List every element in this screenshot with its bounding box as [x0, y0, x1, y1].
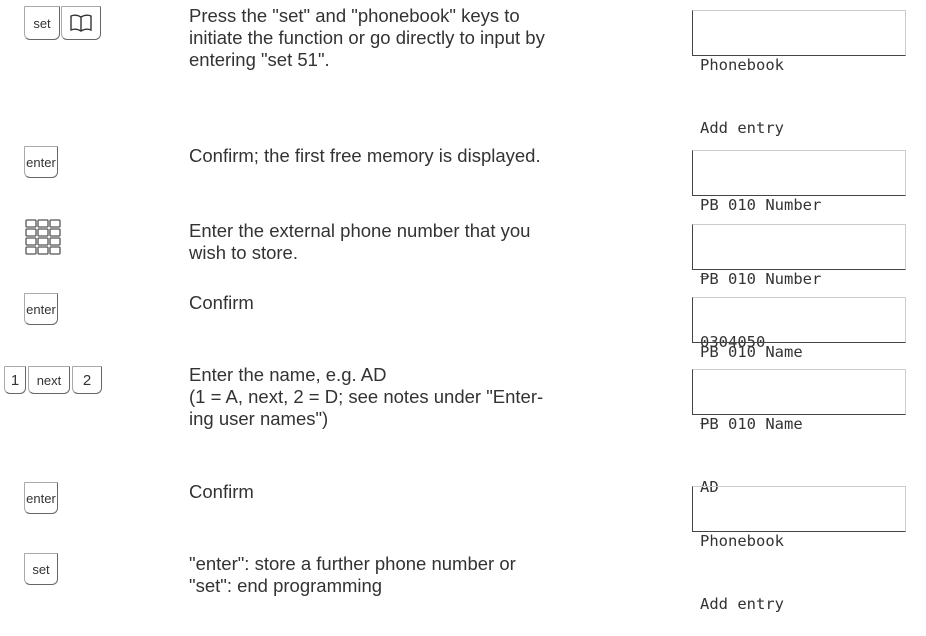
digit-1-key[interactable]: 1: [4, 366, 26, 394]
next-key[interactable]: next: [28, 366, 70, 394]
set-key[interactable]: set: [24, 553, 58, 585]
phonebook-key[interactable]: [61, 6, 101, 40]
display-step-5: PB 010 Name AD: [692, 369, 906, 496]
step-4-description: Confirm: [189, 292, 254, 313]
step-6-description: Confirm: [189, 481, 254, 502]
set-key[interactable]: set: [24, 6, 60, 40]
digit-2-key[interactable]: 2: [72, 366, 102, 394]
step-1-description: Press the "set" and "phonebook" keys to …: [189, 5, 545, 70]
step-5-description: Enter the name, e.g. AD (1 = A, next, 2 …: [189, 364, 544, 429]
display-step-4: PB 010 Name _: [692, 297, 906, 424]
display-step-3: PB 010 Number 0304050: [692, 224, 906, 351]
step-3-description: Enter the external phone number that you…: [189, 220, 531, 263]
display-step-6: Phonebook Add entry: [692, 486, 906, 613]
step-7-description: "enter": store a further phone number or…: [189, 553, 516, 596]
display-step-2: PB 010 Number _: [692, 150, 906, 277]
enter-key[interactable]: enter: [24, 482, 58, 514]
step-2-description: Confirm; the first free memory is displa…: [189, 145, 541, 166]
keypad-icon[interactable]: [24, 219, 62, 262]
enter-key[interactable]: enter: [24, 146, 58, 178]
phonebook-icon: [70, 14, 92, 32]
enter-key[interactable]: enter: [24, 293, 58, 325]
display-step-1: Phonebook Add entry: [692, 10, 906, 137]
